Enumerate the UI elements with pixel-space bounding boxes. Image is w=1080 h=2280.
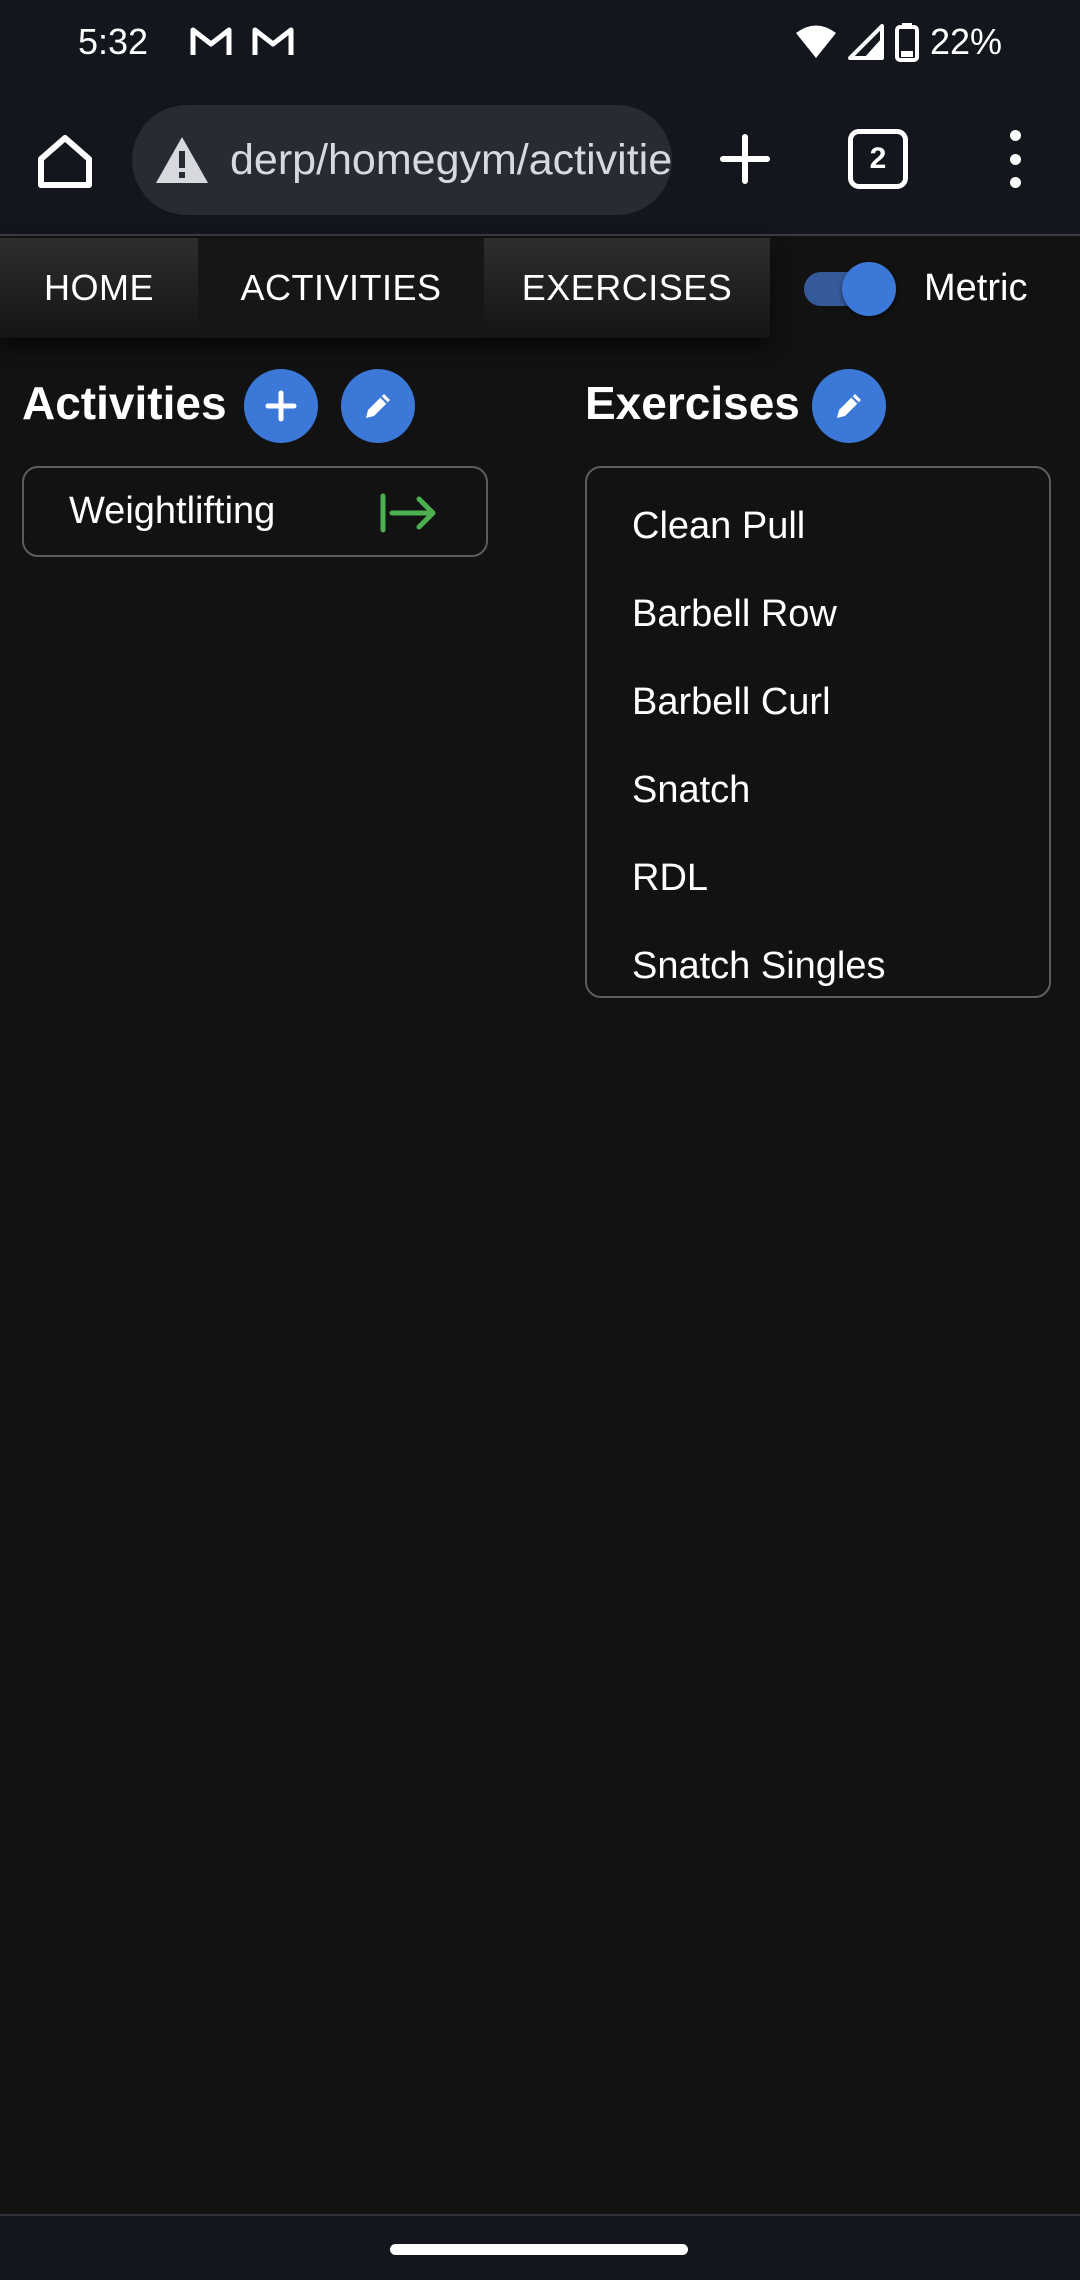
- pencil-icon: [837, 394, 861, 418]
- metric-setting: Metric: [800, 238, 1027, 338]
- new-tab-icon[interactable]: [710, 124, 780, 194]
- wifi-icon: [794, 24, 838, 60]
- battery-percent: 22%: [929, 21, 1002, 62]
- exercise-item[interactable]: Snatch: [587, 746, 1049, 834]
- home-icon[interactable]: [30, 126, 100, 196]
- tab-exercises[interactable]: EXERCISES: [484, 238, 770, 338]
- status-left: 5:32: [78, 21, 294, 63]
- signal-icon: [847, 24, 884, 60]
- gesture-bar: [0, 2214, 1080, 2280]
- warning-icon[interactable]: [152, 130, 212, 190]
- more-menu-icon[interactable]: [990, 124, 1040, 194]
- tab-count: 2: [869, 142, 887, 175]
- battery-icon: [894, 22, 920, 62]
- activity-list: Weightlifting: [22, 466, 488, 557]
- tab-switcher-button[interactable]: 2: [848, 129, 908, 189]
- exercise-item[interactable]: Barbell Row: [587, 570, 1049, 658]
- exercise-item[interactable]: RDL: [587, 834, 1049, 922]
- status-bar: 5:32 22%: [0, 0, 1080, 84]
- exercise-item[interactable]: Barbell Curl: [587, 658, 1049, 746]
- activity-label: Weightlifting: [69, 490, 276, 532]
- add-activity-button[interactable]: [244, 369, 318, 443]
- address-bar[interactable]: derp/homegym/activities: [132, 105, 672, 215]
- status-right: 22%: [794, 21, 1002, 63]
- pencil-icon: [366, 394, 390, 418]
- activity-item[interactable]: Weightlifting: [24, 468, 486, 555]
- plus-icon: [265, 390, 297, 422]
- tab-home[interactable]: HOME: [0, 238, 198, 338]
- app-nav: HOME ACTIVITIES EXERCISES Metric: [0, 238, 1080, 338]
- edit-activities-button[interactable]: [341, 369, 415, 443]
- gmail-icon: [190, 26, 232, 58]
- tab-activities[interactable]: ACTIVITIES: [198, 238, 484, 338]
- browser-toolbar: derp/homegym/activities 2: [0, 84, 1080, 236]
- url-text[interactable]: derp/homegym/activities: [230, 136, 672, 185]
- edit-exercises-button[interactable]: [812, 369, 886, 443]
- home-gesture-handle[interactable]: [390, 2244, 688, 2255]
- exercise-item[interactable]: Clean Pull: [587, 482, 1049, 570]
- metric-toggle[interactable]: [800, 260, 896, 316]
- exercises-title: Exercises: [585, 377, 800, 429]
- nav-tabs: HOME ACTIVITIES EXERCISES: [0, 238, 770, 338]
- metric-label: Metric: [924, 266, 1028, 309]
- exercise-item[interactable]: Snatch Singles: [587, 922, 1049, 1010]
- start-activity-icon[interactable]: [379, 490, 439, 536]
- activities-title: Activities: [22, 377, 227, 429]
- gmail-icon: [252, 26, 294, 58]
- exercise-list: Clean Pull Barbell Row Barbell Curl Snat…: [585, 466, 1051, 998]
- status-time: 5:32: [78, 21, 149, 62]
